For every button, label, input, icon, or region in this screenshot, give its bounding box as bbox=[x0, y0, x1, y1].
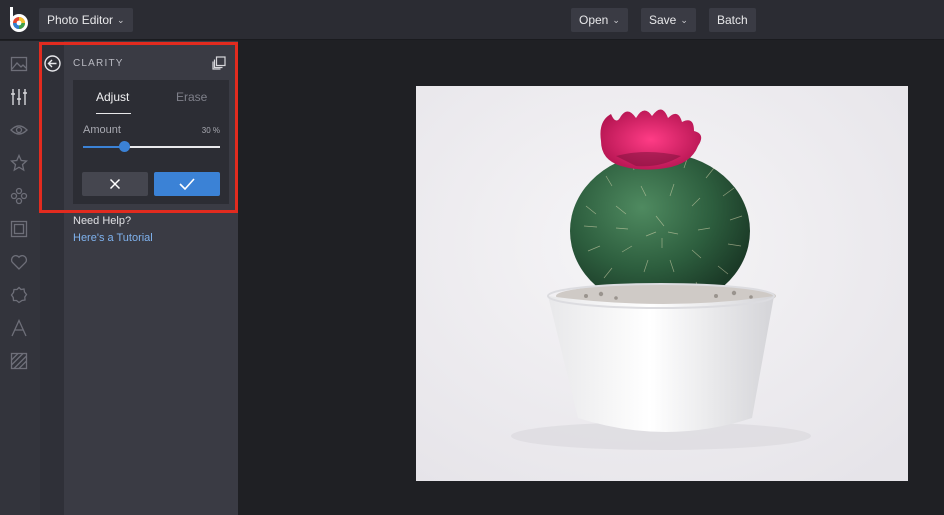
tab-erase[interactable]: Erase bbox=[176, 90, 207, 104]
panel-side-strip bbox=[40, 41, 64, 515]
help-title: Need Help? bbox=[73, 215, 132, 227]
amount-label: Amount bbox=[83, 124, 121, 136]
chevron-down-icon: ⌄ bbox=[117, 15, 125, 25]
batch-label: Batch bbox=[717, 13, 748, 27]
chevron-down-icon: ⌄ bbox=[612, 15, 620, 25]
batch-button[interactable]: Batch bbox=[709, 8, 756, 32]
save-menu-button[interactable]: Save ⌄ bbox=[641, 8, 696, 32]
effects-icon[interactable] bbox=[10, 187, 28, 205]
heart-icon[interactable] bbox=[10, 253, 28, 271]
back-arrow-icon[interactable] bbox=[44, 55, 61, 72]
adjust-card: Adjust Erase Amount 30 % bbox=[73, 80, 229, 204]
eye-icon[interactable] bbox=[10, 121, 28, 139]
panel-title: CLARITY bbox=[73, 58, 124, 69]
text-icon[interactable] bbox=[10, 319, 28, 337]
tab-adjust[interactable]: Adjust bbox=[96, 90, 129, 104]
app-logo-icon[interactable] bbox=[7, 7, 31, 33]
close-icon bbox=[109, 178, 121, 190]
star-icon[interactable] bbox=[10, 154, 28, 172]
tutorial-link[interactable]: Here's a Tutorial bbox=[73, 232, 153, 244]
cactus-photo[interactable] bbox=[416, 86, 908, 481]
sliders-icon[interactable] bbox=[10, 88, 28, 106]
chevron-down-icon: ⌄ bbox=[680, 15, 688, 25]
amount-slider[interactable] bbox=[83, 141, 220, 152]
photo-editor-menu-button[interactable]: Photo Editor ⌄ bbox=[39, 8, 133, 32]
active-tab-indicator bbox=[96, 113, 131, 114]
amount-slider-fill bbox=[83, 146, 125, 148]
amount-value: 30 % bbox=[201, 126, 220, 135]
top-bar: Photo Editor ⌄ Open ⌄ Save ⌄ Batch bbox=[0, 0, 944, 40]
checkmark-icon bbox=[179, 178, 195, 190]
photo-editor-menu-label: Photo Editor bbox=[47, 13, 114, 27]
badge-icon[interactable] bbox=[10, 286, 28, 304]
cancel-button[interactable] bbox=[82, 172, 148, 196]
copy-layers-icon[interactable] bbox=[212, 56, 226, 70]
apply-button[interactable] bbox=[154, 172, 220, 196]
texture-icon[interactable] bbox=[10, 352, 28, 370]
image-icon[interactable] bbox=[10, 55, 28, 73]
open-menu-label: Open bbox=[579, 13, 609, 27]
amount-slider-thumb[interactable] bbox=[119, 141, 131, 152]
open-menu-button[interactable]: Open ⌄ bbox=[571, 8, 628, 32]
save-menu-label: Save bbox=[649, 13, 677, 27]
tool-rail bbox=[0, 41, 40, 515]
frame-icon[interactable] bbox=[10, 220, 28, 238]
